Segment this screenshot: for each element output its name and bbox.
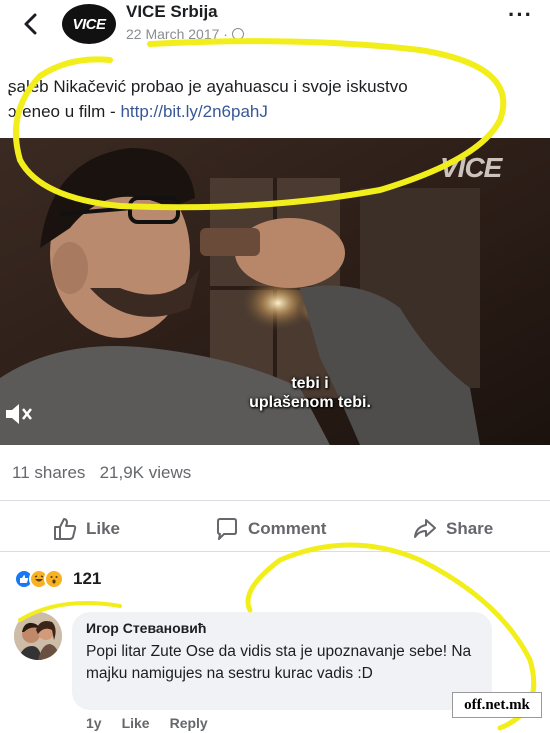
post-text-line1: ʂaleb Nikačević probao je ayahuascu i sv… xyxy=(8,77,408,96)
post-stats: 11 shares 21,9K views xyxy=(12,463,191,483)
muted-speaker-icon[interactable] xyxy=(0,396,36,432)
comment-author[interactable]: Игор Стевановић xyxy=(86,620,478,636)
post-text-line2: ɔreneo u film - xyxy=(8,102,121,121)
back-arrow-icon[interactable] xyxy=(18,10,46,38)
divider xyxy=(0,500,550,501)
view-count: 21,9K views xyxy=(99,463,192,482)
thumbs-up-icon xyxy=(54,518,77,540)
vice-watermark: VICE xyxy=(440,152,502,183)
wow-reaction-icon xyxy=(44,569,64,589)
comment-bubble-icon xyxy=(217,518,237,540)
page-avatar[interactable]: VICE xyxy=(62,4,116,44)
subtitle-line2: uplašenom tebi. xyxy=(249,394,371,411)
post-header: VICE VICE Srbija 22 March 2017 · ··· xyxy=(0,0,550,60)
share-button[interactable]: Share xyxy=(412,516,493,542)
comment-text: Popi litar Zute Ose da vidis sta je upoz… xyxy=(86,643,472,682)
video-subtitle: tebi i uplašenom tebi. xyxy=(200,374,420,412)
comment-button[interactable]: Comment xyxy=(214,516,326,542)
globe-icon xyxy=(231,28,244,40)
post-date[interactable]: 22 March 2017 · xyxy=(126,26,228,42)
post-text: ʂaleb Nikačević probao je ayahuascu i sv… xyxy=(8,74,508,124)
reaction-count: 121 xyxy=(73,569,102,588)
comment-reply-button[interactable]: Reply xyxy=(170,715,208,731)
share-count[interactable]: 11 shares xyxy=(12,463,85,482)
more-options-button[interactable]: ··· xyxy=(508,4,533,26)
subtitle-line1: tebi i xyxy=(291,375,329,392)
post-meta: 22 March 2017 · xyxy=(126,26,244,42)
source-watermark: off.net.mk xyxy=(452,692,542,718)
divider xyxy=(0,551,550,552)
share-arrow-icon xyxy=(414,519,436,538)
page-name[interactable]: VICE Srbija xyxy=(126,2,218,22)
share-label: Share xyxy=(446,519,494,538)
post-link[interactable]: http://bit.ly/2n6pahJ xyxy=(120,102,267,121)
comment-like-button[interactable]: Like xyxy=(122,715,150,731)
commenter-avatar[interactable] xyxy=(14,612,62,660)
comment-actions: 1y Like Reply xyxy=(86,715,208,731)
comment-label: Comment xyxy=(248,519,327,538)
comment-time: 1y xyxy=(86,715,102,731)
video-player[interactable]: VICE tebi i uplašenom tebi. xyxy=(0,138,550,445)
post-actions: Like Comment Share xyxy=(0,508,550,548)
comment-bubble: Игор Стевановић Popi litar Zute Ose da v… xyxy=(72,612,492,710)
reactions-summary[interactable]: 121 xyxy=(14,569,101,589)
like-label: Like xyxy=(86,519,121,538)
like-button[interactable]: Like xyxy=(52,516,120,542)
